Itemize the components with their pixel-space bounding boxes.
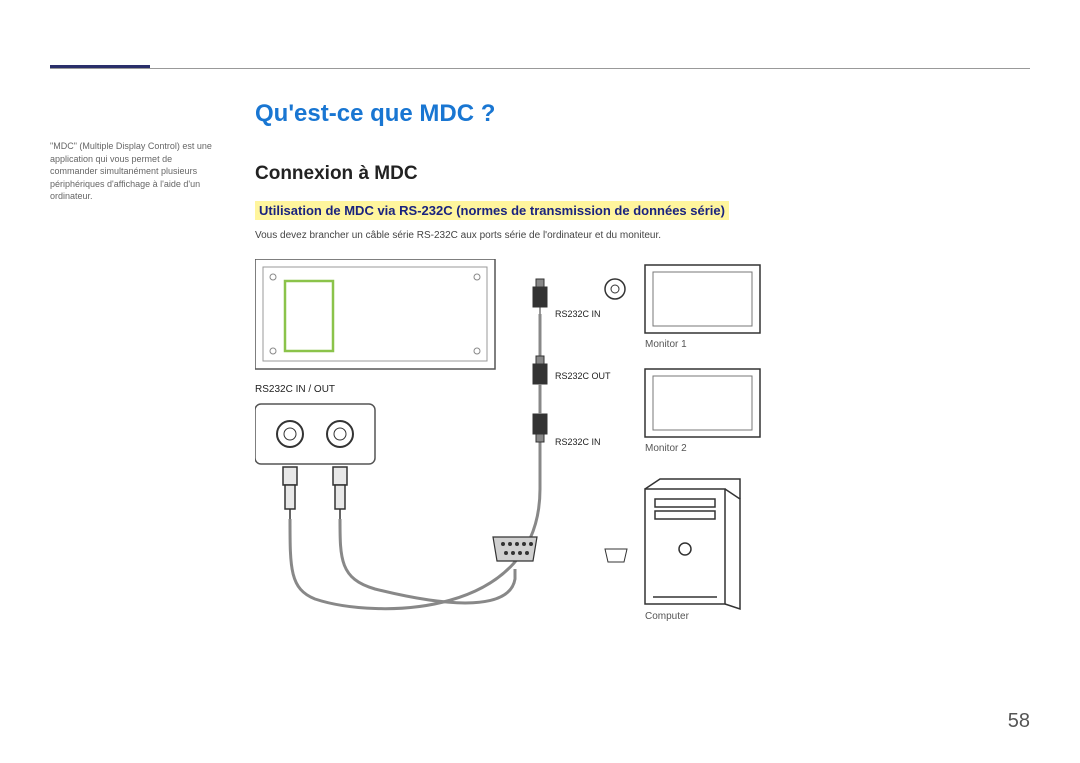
- subsection-heading: Utilisation de MDC via RS-232C (normes d…: [255, 201, 729, 220]
- top-horizontal-rule: [50, 68, 1030, 69]
- page-title: Qu'est-ce que MDC ?: [255, 100, 1030, 128]
- main-content: Qu'est-ce que MDC ? Connexion à MDC Util…: [255, 100, 1030, 659]
- label-rs232c-in-2: RS232C IN: [555, 437, 601, 447]
- label-rs232c-out: RS232C OUT: [555, 371, 611, 381]
- label-monitor-2: Monitor 2: [645, 443, 687, 454]
- label-computer: Computer: [645, 611, 689, 622]
- diagram-svg: [255, 259, 815, 659]
- label-monitor-1: Monitor 1: [645, 339, 687, 350]
- label-rs232c-in-1: RS232C IN: [555, 309, 601, 319]
- page: "MDC" (Multiple Display Control) est une…: [0, 0, 1080, 763]
- page-number: 58: [1008, 710, 1030, 733]
- sidebar-note: "MDC" (Multiple Display Control) est une…: [50, 140, 215, 203]
- connection-diagram: RS232C IN / OUT RS232C IN RS232C OUT RS2…: [255, 259, 815, 659]
- body-paragraph: Vous devez brancher un câble série RS-23…: [255, 230, 1030, 241]
- section-heading: Connexion à MDC: [255, 163, 1030, 185]
- label-port-panel: RS232C IN / OUT: [255, 384, 335, 395]
- sidebar-note-text: "MDC" (Multiple Display Control) est une…: [50, 141, 212, 201]
